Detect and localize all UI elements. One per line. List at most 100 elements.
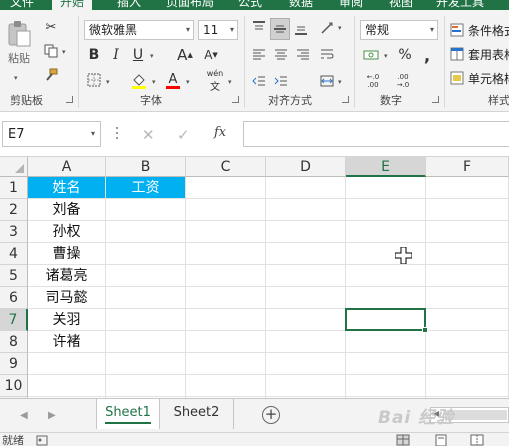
cell-a5[interactable]: 诸葛亮 <box>28 265 106 287</box>
underline-button[interactable]: U <box>130 46 146 64</box>
cell-a7[interactable]: 关羽 <box>28 309 106 331</box>
row-header-1[interactable]: 1 <box>0 177 28 199</box>
cell-b2[interactable] <box>106 199 186 221</box>
underline-dropdown-icon[interactable]: ▾ <box>150 52 154 60</box>
cell-b4[interactable] <box>106 243 186 265</box>
font-size-combo[interactable]: 11 ▾ <box>198 20 238 40</box>
cell-d1[interactable] <box>266 177 346 199</box>
ribbon-tab[interactable]: 页面布局 <box>166 0 214 10</box>
formula-input[interactable] <box>243 121 509 147</box>
ribbon-tab[interactable]: 视图 <box>389 0 413 10</box>
copy-button[interactable] <box>42 42 60 60</box>
cell-e10[interactable] <box>346 375 426 397</box>
cell-d10[interactable] <box>266 375 346 397</box>
cell-d5[interactable] <box>266 265 346 287</box>
align-bottom-button[interactable] <box>292 18 310 38</box>
clipboard-dialog-launcher-icon[interactable] <box>66 96 73 103</box>
cell-e3[interactable] <box>346 221 426 243</box>
ribbon-tab[interactable]: 开始 <box>52 0 93 10</box>
align-top-button[interactable] <box>250 18 268 38</box>
cell-d4[interactable] <box>266 243 346 265</box>
row-header-4[interactable]: 4 <box>0 243 28 265</box>
cell-a3[interactable]: 孙权 <box>28 221 106 243</box>
cell-a1[interactable]: 姓名 <box>28 177 106 199</box>
column-header-e[interactable]: E <box>346 157 426 177</box>
cell-c2[interactable] <box>186 199 266 221</box>
align-middle-button[interactable] <box>270 18 290 40</box>
format-painter-button[interactable] <box>42 66 60 84</box>
cell-styles-button[interactable]: 单元格样 <box>468 70 509 87</box>
bold-button[interactable]: B <box>86 46 102 64</box>
paste-dropdown-icon[interactable]: ▾ <box>14 74 18 82</box>
ribbon-tab[interactable]: 公式 <box>238 0 262 10</box>
cell-b5[interactable] <box>106 265 186 287</box>
row-header-5[interactable]: 5 <box>0 265 28 287</box>
phonetic-dropdown-icon[interactable]: ▾ <box>228 78 232 86</box>
borders-dropdown-icon[interactable]: ▾ <box>106 78 110 86</box>
column-header-d[interactable]: D <box>266 157 346 177</box>
cell-a8[interactable]: 许褚 <box>28 331 106 353</box>
number-dialog-launcher-icon[interactable] <box>432 96 439 103</box>
cell-c8[interactable] <box>186 331 266 353</box>
cell-f9[interactable] <box>426 353 509 375</box>
fill-color-button[interactable] <box>130 72 148 90</box>
insert-function-button[interactable]: fx <box>214 125 226 140</box>
cell-f3[interactable] <box>426 221 509 243</box>
accounting-format-button[interactable] <box>362 46 380 64</box>
column-header-a[interactable]: A <box>28 157 106 177</box>
copy-dropdown-icon[interactable]: ▾ <box>62 48 66 56</box>
cell-b6[interactable] <box>106 287 186 309</box>
cell-c9[interactable] <box>186 353 266 375</box>
cell-c4[interactable] <box>186 243 266 265</box>
ribbon-tab[interactable]: 数据 <box>289 0 313 10</box>
select-all-button[interactable] <box>0 157 28 177</box>
worksheet-grid[interactable]: ABCDEF1姓名工资2刘备3孙权4曹操5诸葛亮6司马懿7关羽8许褚91011 <box>0 157 509 398</box>
sheet-tab-sheet2[interactable]: Sheet2 <box>160 399 234 429</box>
cell-f2[interactable] <box>426 199 509 221</box>
orientation-dropdown-icon[interactable]: ▾ <box>338 24 342 32</box>
column-header-c[interactable]: C <box>186 157 266 177</box>
font-color-dropdown-icon[interactable]: ▾ <box>186 78 190 86</box>
cell-a10[interactable] <box>28 375 106 397</box>
cell-a9[interactable] <box>28 353 106 375</box>
sheet-tab-sheet1[interactable]: Sheet1 <box>96 399 160 429</box>
cell-c1[interactable] <box>186 177 266 199</box>
normal-view-icon[interactable] <box>396 434 410 446</box>
cell-a4[interactable]: 曹操 <box>28 243 106 265</box>
page-layout-view-icon[interactable] <box>434 434 448 446</box>
phonetic-button[interactable]: wén 文 <box>204 69 226 93</box>
name-box[interactable]: E7 ▾ <box>2 121 101 147</box>
scrollbar-thumb[interactable] <box>445 410 507 420</box>
cell-f4[interactable] <box>426 243 509 265</box>
cell-d3[interactable] <box>266 221 346 243</box>
row-header-7[interactable]: 7 <box>0 309 28 331</box>
cell-e5[interactable] <box>346 265 426 287</box>
row-header-3[interactable]: 3 <box>0 221 28 243</box>
cell-c3[interactable] <box>186 221 266 243</box>
cancel-entry-icon[interactable]: ✕ <box>142 126 155 144</box>
merge-center-button[interactable] <box>318 72 336 90</box>
number-format-combo[interactable]: 常规 ▾ <box>360 20 438 40</box>
decrease-decimal-button[interactable]: .00 →.0 <box>392 72 414 90</box>
cell-b8[interactable] <box>106 331 186 353</box>
align-right-button[interactable] <box>294 46 312 64</box>
cell-c5[interactable] <box>186 265 266 287</box>
row-header-6[interactable]: 6 <box>0 287 28 309</box>
conditional-format-button[interactable]: 条件格式 <box>468 22 509 39</box>
cell-b3[interactable] <box>106 221 186 243</box>
alignment-dialog-launcher-icon[interactable] <box>342 96 349 103</box>
cell-f1[interactable] <box>426 177 509 199</box>
cell-c10[interactable] <box>186 375 266 397</box>
cell-e8[interactable] <box>346 331 426 353</box>
cell-b1[interactable]: 工资 <box>106 177 186 199</box>
cell-c6[interactable] <box>186 287 266 309</box>
cell-f7[interactable] <box>426 309 509 331</box>
borders-button[interactable] <box>86 72 102 88</box>
cell-d8[interactable] <box>266 331 346 353</box>
row-header-10[interactable]: 10 <box>0 375 28 397</box>
row-header-9[interactable]: 9 <box>0 353 28 375</box>
increase-indent-button[interactable] <box>272 72 290 90</box>
cell-e6[interactable] <box>346 287 426 309</box>
wrap-text-button[interactable] <box>318 46 336 64</box>
cell-a2[interactable]: 刘备 <box>28 199 106 221</box>
